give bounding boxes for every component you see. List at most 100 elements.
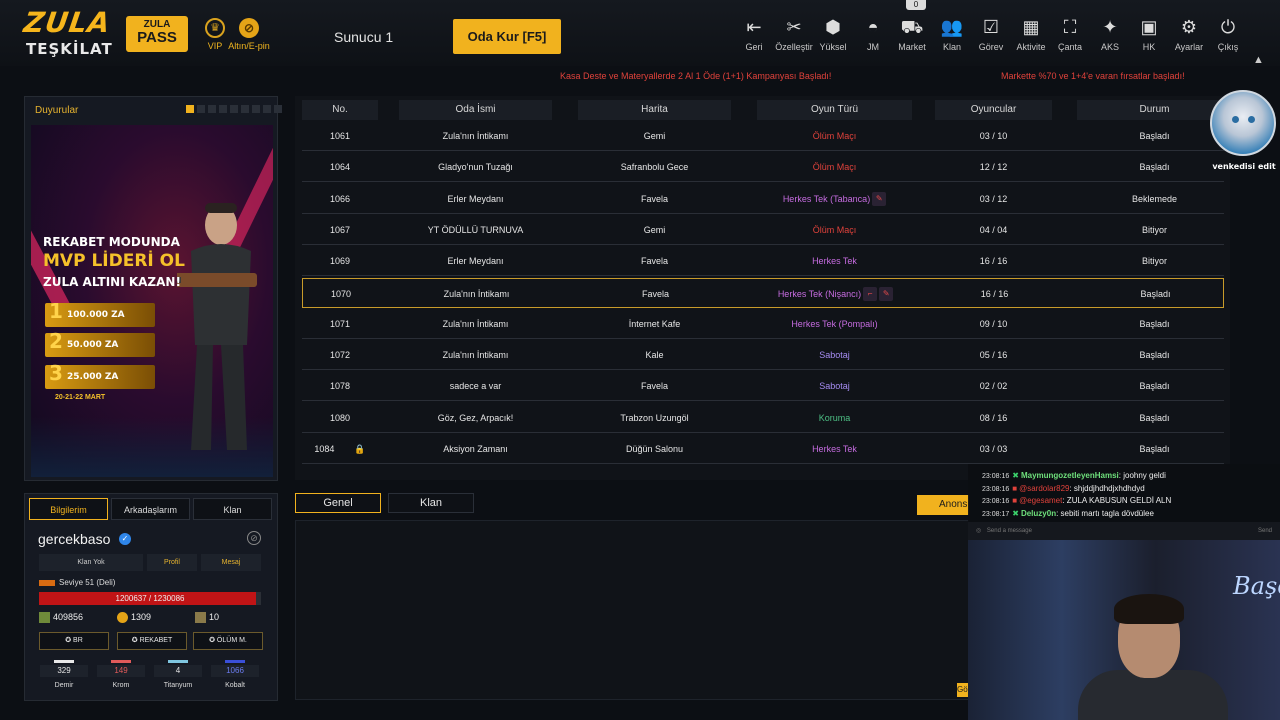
room-map: Trabzon Uzungöl [578,403,731,433]
room-row[interactable]: 1072 Zula'nın İntikamı Kale Sabotaj 05 / 16 B… [302,340,1224,371]
material-bar [168,660,188,663]
zula-logo[interactable]: ZULA TEŞKİLAT [22,6,113,62]
rank-rekabet-button[interactable]: ✪ REKABET [117,632,187,650]
col-header-room-name[interactable]: Oda İsmi [399,100,552,120]
chat-tab-klan[interactable]: Klan [388,493,474,513]
room-row[interactable]: 1064 Gladyo'nun Tuzağı Safranbolu Gece Ölüm… [302,152,1224,183]
nav-aktivite[interactable]: ▦ Aktivite [1010,16,1052,52]
room-row[interactable]: 1078 sadece a var Favela Sabotaj 02 / 02 Başl… [302,371,1224,402]
room-row[interactable]: 1061 Zula'nın İntikamı Gemi Ölüm Maçı 03 / 1… [302,121,1224,151]
profile-panel: Bilgilerim Arkadaşlarım Klan gercekbaso … [24,493,278,701]
market-notification-badge: 0 [906,0,926,10]
material-value: 1066 [211,665,259,677]
nav-canta[interactable]: ⛶ Çanta [1049,16,1091,52]
username: gercekbaso [38,531,111,547]
chat-area[interactable] [295,520,969,700]
carousel-dot[interactable] [208,105,216,113]
server-selector[interactable]: Sunucu 1 [334,29,393,45]
nav-jm[interactable]: ◓ JM [852,16,894,52]
room-row[interactable]: 1084 🔒 Aksiyon Zamanı Düğün Salonu Herkes Te… [302,434,1224,464]
room-number-text: 1061 [329,131,351,141]
carousel-dot[interactable] [252,105,260,113]
material-kobalt: 1066 Kobalt [211,660,259,689]
room-status-text: Başladı [1139,162,1170,173]
prize-amount: 100.000 ZA [67,310,125,320]
level-label: Seviye 51 (Deli) [39,578,115,587]
rank-br-button[interactable]: ✪ BR [39,632,109,650]
banner-line2: MVP LİDERİ OL [43,251,185,271]
nav-aks[interactable]: ✦ AKS [1089,16,1131,52]
altin-epin-button[interactable]: ⊘ Altın/E-pin [228,18,270,51]
room-players: 02 / 02 [935,371,1052,401]
room-name: sadece a var [399,371,552,401]
message-button[interactable]: Mesaj [201,554,261,571]
nav-market[interactable]: ⛟ Market [891,16,933,52]
carousel-dot[interactable] [219,105,227,113]
edit-icon[interactable]: ⊘ [247,531,261,545]
nav-yuksel[interactable]: ⬢ Yüksel [812,16,854,52]
room-number-text: 1084 [314,444,335,454]
col-header-players[interactable]: Oyuncular [935,100,1052,120]
nav-ayarlar[interactable]: ⚙ Ayarlar [1168,16,1210,52]
tab-arkadaslarim[interactable]: Arkadaşlarım [111,498,190,520]
room-players-text: 16 / 16 [979,256,1008,267]
currency-value: 10 [209,612,220,622]
stream-chat-message: 23:08:17 ✖ Deluzy0n: sebiti martı tagla dö… [982,509,1154,518]
nav-klan[interactable]: 👥 Klan [931,16,973,52]
room-mode-text: Ölüm Maçı [812,224,857,235]
announce-button[interactable]: Anons [917,495,969,515]
room-name: Gladyo'nun Tuzağı [399,152,552,182]
room-mode: Ölüm Maçı [757,215,912,245]
nav-hk[interactable]: ▣ HK [1128,16,1170,52]
level-text: Seviye 51 (Deli) [59,578,116,587]
task-icon: ☑ [982,17,1000,37]
room-players-text: 12 / 12 [979,162,1008,173]
room-players: 16 / 16 [935,246,1052,276]
nav-ozellestir[interactable]: ✂ Özelleştir [773,16,815,52]
room-list: No. Oda İsmi Harita Oyun Türü Oyuncular … [295,96,1232,480]
carousel-dot[interactable] [241,105,249,113]
room-status-text: Bitiyor [1141,224,1167,235]
create-room-button[interactable]: Oda Kur [F5] [453,19,561,54]
nav-cikis[interactable]: ⏻ Çıkış [1207,16,1249,52]
bell-icon[interactable]: ▲ [1253,54,1264,66]
room-status: Başladı [1077,152,1232,182]
room-row[interactable]: 1069 Erler Meydanı Favela Herkes Tek 16 / 16… [302,246,1224,277]
stream-chat-input[interactable]: Send a message [987,528,1032,534]
message-text: : shjddjhdhdjxhdhdyd [1069,484,1145,493]
rank-olum-button[interactable]: ✪ ÖLÜM M. [193,632,263,650]
chat-tab-genel[interactable]: Genel [295,493,381,513]
carousel-dot[interactable] [274,105,282,113]
tab-klan[interactable]: Klan [193,498,272,520]
zula-pass-button[interactable]: ZULA PASS [126,16,188,52]
carousel-dot[interactable] [230,105,238,113]
tab-bilgilerim[interactable]: Bilgilerim [29,498,108,520]
room-row[interactable]: 1071 Zula'nın İntikamı İnternet Kafe Herkes… [302,309,1224,339]
carousel-dot[interactable] [197,105,205,113]
room-row[interactable]: 1070 Zula'nın İntikamı Favela Herkes Tek (N… [302,277,1224,308]
promo-banner[interactable]: REKABET MODUNDA MVP LİDERİ OL ZULA ALTIN… [31,125,273,477]
nav-geri[interactable]: ⇤ Geri [733,16,775,52]
vip-button[interactable]: ♛ VIP [203,18,227,51]
col-header-status[interactable]: Durum [1077,100,1232,120]
col-header-no[interactable]: No. [302,100,378,120]
pass-line2: PASS [137,29,177,46]
stream-send-button[interactable]: Send [1258,522,1272,540]
room-row[interactable]: 1067 YT ÖDÜLLÜ TURNUVA Gemi Ölüm Maçı 04 / 0… [302,215,1224,245]
message-text: : sebiti martı tagla dövdülee [1056,509,1154,518]
room-mode: Herkes Tek [757,434,912,464]
room-number: 1066 [302,184,378,214]
carousel-dot[interactable] [186,105,194,113]
col-header-map[interactable]: Harita [578,100,731,120]
currency-ticket: 10 [195,612,220,624]
room-mode: Ölüm Maçı [757,152,912,182]
col-header-mode[interactable]: Oyun Türü [757,100,912,120]
room-status: Beklemede [1077,184,1232,214]
room-row[interactable]: 1080 Göz, Gez, Arpacık! Trabzon Uzungöl Kor… [302,403,1224,433]
nav-gorev[interactable]: ☑ Görev [970,16,1012,52]
rank-label: REKABET [139,637,173,644]
carousel-dot[interactable] [263,105,271,113]
room-row[interactable]: 1066 Erler Meydanı Favela Herkes Tek (Taban… [302,184,1224,214]
viewer-avatar [1210,90,1276,156]
profile-button[interactable]: Profil [147,554,197,571]
